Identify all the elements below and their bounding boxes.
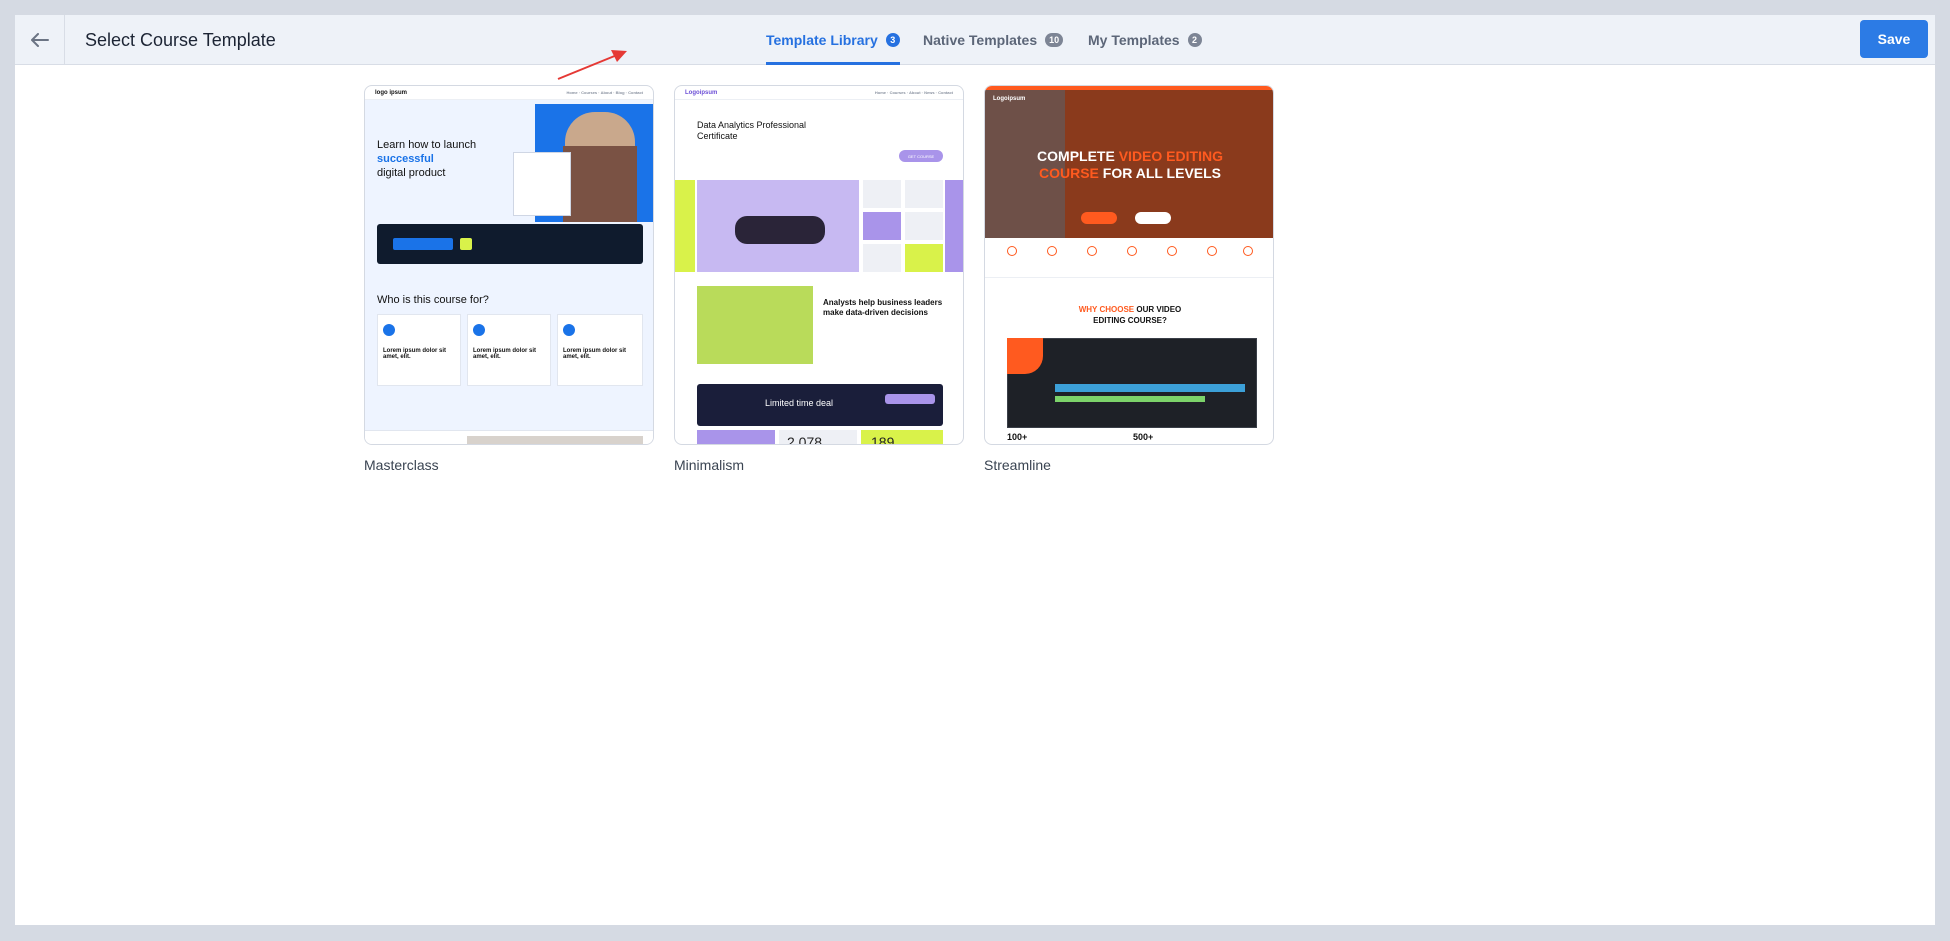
preview-hero-title: Data Analytics Professional Certificate xyxy=(697,120,807,141)
preview-stat: 189 xyxy=(871,434,895,445)
tab-count-badge: 3 xyxy=(885,33,900,47)
preview-stat: 2,078 xyxy=(787,434,823,445)
preview-deal-title: Limited time deal xyxy=(765,398,834,408)
tab-my-templates[interactable]: My Templates 2 xyxy=(1088,15,1202,65)
preview-hero-title: COMPLETE VIDEO EDITING COURSE FOR ALL LE… xyxy=(1037,148,1223,181)
preview-hero-line: Learn how to launch xyxy=(377,139,477,151)
template-name: Streamline xyxy=(984,457,1051,473)
annotation-arrow-icon xyxy=(557,50,627,80)
template-name: Minimalism xyxy=(674,457,744,473)
tab-count-badge: 10 xyxy=(1045,33,1064,47)
preview-nav: Logoipsum Home · Courses · About · News … xyxy=(675,86,963,100)
template-card-masterclass[interactable]: logo ipsum Home · Courses · About · Blog… xyxy=(364,85,654,473)
preview-cta: GET COURSE xyxy=(899,150,943,162)
tab-count-badge: 2 xyxy=(1187,33,1202,47)
template-preview: Logoipsum COMPLETE VIDEO EDITING COURSE … xyxy=(984,85,1274,445)
tab-native-templates[interactable]: Native Templates 10 xyxy=(923,15,1064,65)
tab-label: Template Library xyxy=(766,32,878,48)
header-bar: Select Course Template Template Library … xyxy=(15,15,1935,65)
preview-stat: 500+ xyxy=(1133,432,1154,442)
save-button[interactable]: Save xyxy=(1860,20,1928,58)
tab-label: My Templates xyxy=(1088,32,1180,48)
back-arrow-icon xyxy=(30,33,49,47)
template-card-minimalism[interactable]: Logoipsum Home · Courses · About · News … xyxy=(674,85,964,473)
page-title: Select Course Template xyxy=(85,30,276,50)
preview-nav: logo ipsum Home · Courses · About · Blog… xyxy=(365,86,653,100)
dialog-frame: Select Course Template Template Library … xyxy=(15,15,1935,925)
template-name: Masterclass xyxy=(364,457,439,473)
preview-section-title: Who is this course for? xyxy=(377,294,489,306)
preview-section-title: WHY CHOOSE OUR VIDEO EDITING COURSE? xyxy=(1078,305,1182,325)
template-preview: logo ipsum Home · Courses · About · Blog… xyxy=(364,85,654,445)
preview-section-title: Analysts help business leaders make data… xyxy=(823,298,943,317)
template-card-streamline[interactable]: Logoipsum COMPLETE VIDEO EDITING COURSE … xyxy=(984,85,1274,473)
back-button[interactable] xyxy=(15,15,65,65)
tab-template-library[interactable]: Template Library 3 xyxy=(766,15,900,65)
preview-hero-line: digital product xyxy=(377,167,446,179)
tab-label: Native Templates xyxy=(923,32,1038,48)
preview-hero-line: successful xyxy=(377,153,434,165)
template-preview: Logoipsum Home · Courses · About · News … xyxy=(674,85,964,445)
preview-stat: 100+ xyxy=(1007,432,1028,442)
